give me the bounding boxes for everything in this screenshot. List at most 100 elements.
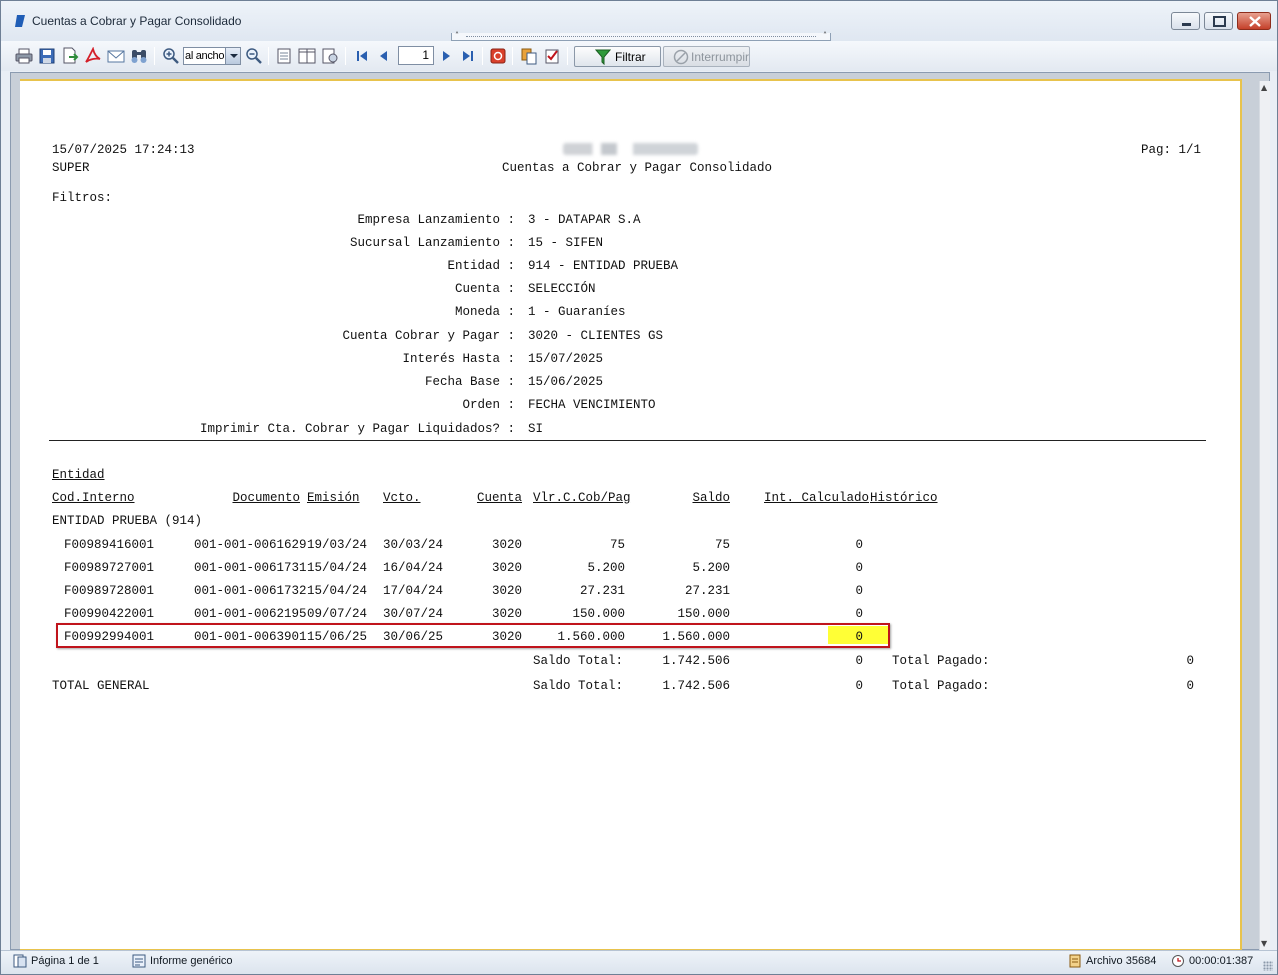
- subtotal-interes: 0: [855, 654, 863, 668]
- interrupt-button-label: Interrumpir: [691, 50, 750, 64]
- maximize-button[interactable]: [1204, 12, 1233, 30]
- column-header-saldo: Saldo: [692, 491, 730, 505]
- resize-grip-icon[interactable]: [1263, 961, 1273, 971]
- prev-page-icon: [380, 51, 387, 61]
- column-header-documento: Documento: [232, 491, 300, 505]
- cell-cuenta: 3020: [491, 538, 522, 552]
- entity-group-name: ENTIDAD PRUEBA (914): [52, 514, 203, 528]
- filter-value: 1 - Guaraníes: [528, 305, 626, 319]
- cell-documento: 001-001-0061629: [194, 538, 307, 552]
- pdf-button[interactable]: [83, 46, 103, 66]
- chevron-down-icon[interactable]: [225, 48, 240, 64]
- panel-splitter[interactable]: ˄ ˄: [451, 31, 831, 41]
- scroll-down-icon[interactable]: ▼: [1261, 939, 1267, 948]
- filter-label: Moneda :: [454, 305, 515, 319]
- column-header-int-calculado: Int. Calculado: [764, 491, 870, 505]
- first-page-button[interactable]: [352, 46, 372, 66]
- filter-label: Imprimir Cta. Cobrar y Pagar Liquidados?…: [199, 422, 515, 436]
- one-page-icon: [277, 48, 291, 64]
- filter-value: FECHA VENCIMIENTO: [528, 398, 656, 412]
- archive-icon: [1069, 954, 1081, 968]
- status-elapsed-time: 00:00:01:387: [1189, 955, 1254, 967]
- next-page-button[interactable]: [436, 46, 456, 66]
- scroll-up-icon[interactable]: ▲: [1261, 83, 1267, 92]
- zoom-in-button[interactable]: [161, 46, 181, 66]
- one-page-button[interactable]: [274, 46, 294, 66]
- email-button[interactable]: [106, 46, 126, 66]
- page-number-input[interactable]: 1: [398, 46, 434, 65]
- filter-label: Fecha Base :: [424, 375, 515, 389]
- pdf-icon: [85, 47, 101, 63]
- cell-saldo: 75: [714, 538, 730, 552]
- filter-value: SELECCIÓN: [528, 282, 596, 296]
- filter-label: Entidad :: [447, 259, 515, 273]
- find-icon: [131, 50, 147, 63]
- filter-label: Cuenta Cobrar y Pagar :: [342, 329, 515, 343]
- cell-documento: 001-001-0061731: [194, 561, 307, 575]
- group-heading: Entidad: [52, 468, 105, 482]
- subtotal-label: Saldo Total:: [533, 654, 624, 668]
- header-divider: [49, 440, 1206, 441]
- cell-cod-interno: F00990422001: [64, 607, 155, 621]
- zoom-select[interactable]: al ancho: [183, 47, 241, 65]
- minimize-button[interactable]: [1171, 12, 1200, 30]
- filter-value: 914 - ENTIDAD PRUEBA: [528, 259, 679, 273]
- page-setup-button[interactable]: [320, 46, 340, 66]
- prev-page-button[interactable]: [374, 46, 394, 66]
- cell-int-calculado: 0: [855, 561, 863, 575]
- cell-int-calculado: 0: [855, 584, 863, 598]
- cell-cod-interno: F00989728001: [64, 584, 155, 598]
- close-button[interactable]: [1237, 12, 1271, 30]
- cell-emision: 09/07/24: [307, 607, 368, 621]
- copy-button[interactable]: [519, 46, 539, 66]
- filter-button-label: Filtrar: [615, 50, 646, 64]
- chevron-up-icon[interactable]: ˄: [455, 31, 459, 40]
- window-title: Cuentas a Cobrar y Pagar Consolidado: [32, 14, 242, 28]
- clock-icon: [1172, 955, 1184, 967]
- cell-documento: 001-001-0061732: [194, 584, 307, 598]
- export-button[interactable]: [60, 46, 80, 66]
- filter-button[interactable]: Filtrar: [574, 46, 661, 67]
- last-page-button[interactable]: [458, 46, 478, 66]
- two-page-button[interactable]: [297, 46, 317, 66]
- report-datetime: 15/07/2025 17:24:13: [52, 143, 195, 157]
- column-header-cod-interno: Cod.Interno: [52, 491, 135, 505]
- filter-value: 15/07/2025: [528, 352, 604, 366]
- print-button[interactable]: [14, 46, 34, 66]
- subtotal-pagado: 0: [1186, 654, 1194, 668]
- cell-vcto: 30/03/24: [383, 538, 444, 552]
- stop-button[interactable]: [488, 46, 508, 66]
- total-pagado-label: Total Pagado:: [892, 679, 990, 693]
- zoom-out-icon: [246, 48, 262, 64]
- total-saldo: 1.742.506: [662, 679, 730, 693]
- cell-int-calculado: 0: [855, 538, 863, 552]
- total-general-label: TOTAL GENERAL: [52, 679, 150, 693]
- report-page-number: Pag: 1/1: [1140, 143, 1201, 157]
- last-page-icon: [463, 51, 473, 61]
- total-pagado: 0: [1186, 679, 1194, 693]
- filter-value: 15 - SIFEN: [528, 236, 604, 250]
- zoom-out-button[interactable]: [244, 46, 264, 66]
- cell-documento: 001-001-0062195: [194, 607, 307, 621]
- next-page-icon: [443, 51, 450, 61]
- total-saldo-label: Saldo Total:: [533, 679, 624, 693]
- find-button[interactable]: [129, 46, 149, 66]
- chevron-up-icon[interactable]: ˄: [823, 31, 827, 40]
- cell-cod-interno: F00989416001: [64, 538, 155, 552]
- save-button[interactable]: [37, 46, 57, 66]
- properties-button[interactable]: [542, 46, 562, 66]
- stop-icon: [490, 48, 506, 64]
- cell-vcto: 16/04/24: [383, 561, 444, 575]
- subtotal-pagado-label: Total Pagado:: [892, 654, 990, 668]
- report-preview-window: Cuentas a Cobrar y Pagar Consolidado ˄ ˄: [0, 0, 1278, 975]
- filter-label: Cuenta :: [454, 282, 515, 296]
- interrupt-button[interactable]: Interrumpir: [663, 46, 750, 67]
- export-icon: [63, 47, 79, 64]
- cell-cuenta: 3020: [491, 607, 522, 621]
- vertical-scrollbar[interactable]: ▲ ▼: [1259, 81, 1270, 950]
- cell-saldo: 27.231: [684, 584, 730, 598]
- two-page-icon: [298, 48, 316, 64]
- cell-emision: 15/04/24: [307, 561, 368, 575]
- column-header-vlr: Vlr.C.Cob/Pag: [533, 491, 631, 505]
- status-page-info: Página 1 de 1: [31, 955, 99, 967]
